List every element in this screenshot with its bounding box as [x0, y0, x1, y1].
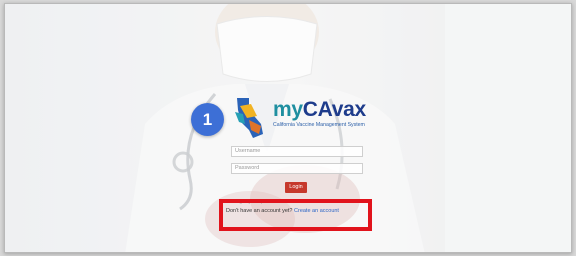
- highlight-box: [219, 199, 372, 231]
- login-button[interactable]: Login: [285, 182, 307, 193]
- password-field[interactable]: Password: [231, 163, 363, 174]
- california-state-logo-icon: [235, 98, 263, 138]
- logo-main: CAvax: [302, 98, 366, 121]
- username-field[interactable]: Username: [231, 146, 363, 157]
- step-number-badge: 1: [191, 103, 224, 136]
- logo-prefix: my: [273, 98, 303, 121]
- app-logo-wordmark: myCAvax: [273, 98, 366, 122]
- logo-tagline: California Vaccine Management System: [273, 122, 365, 128]
- screenshot-frame: 1 myCAvax California Vaccine Management …: [4, 3, 572, 253]
